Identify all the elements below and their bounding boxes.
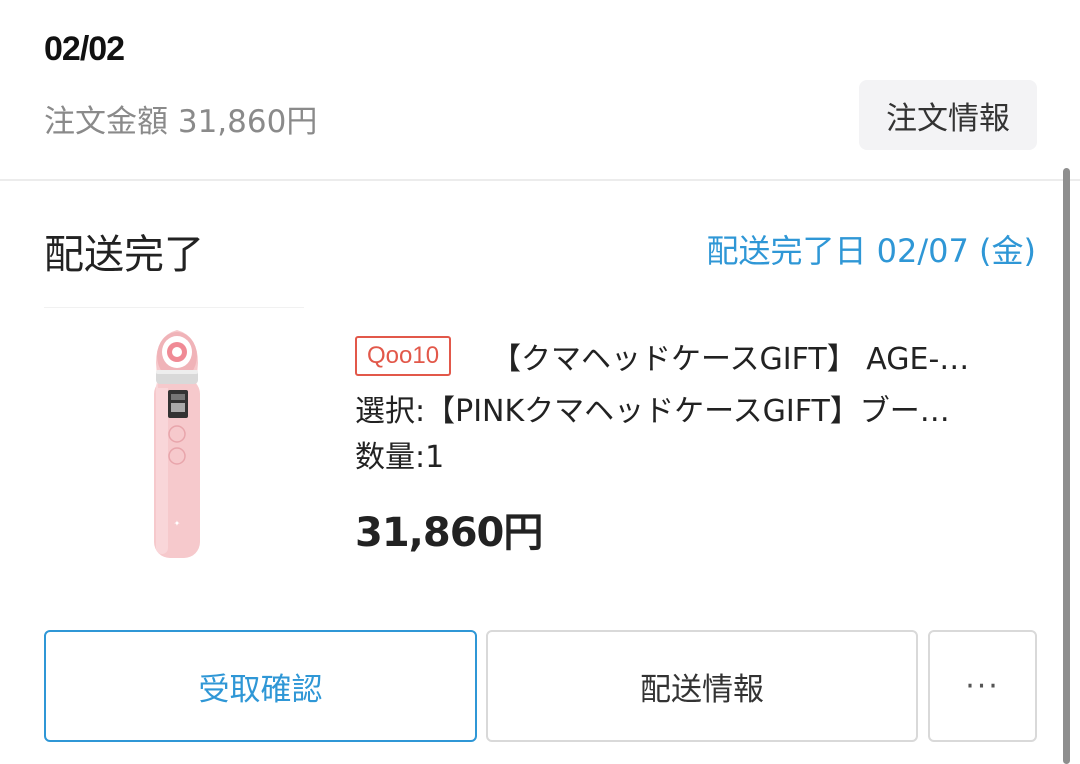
header-divider bbox=[0, 179, 1080, 181]
delivery-completed-date: 配送完了日 02/07 (金) bbox=[706, 232, 1036, 270]
product-quantity: 数量:1 bbox=[355, 440, 445, 475]
delivery-status: 配送完了 bbox=[44, 232, 204, 278]
product-option: 選択:【PINKクマヘッドケースGIFT】ブー… bbox=[355, 394, 950, 429]
product-title-row: Qoo10 【クマヘッドケースGIFT】 AGE-… bbox=[355, 330, 1035, 382]
pink-beauty-device-image: ✦ bbox=[154, 330, 200, 558]
more-options-button[interactable]: ··· bbox=[928, 630, 1037, 742]
product-info[interactable]: Qoo10 【クマヘッドケースGIFT】 AGE-… 選択:【PINKクマヘッド… bbox=[355, 330, 1035, 558]
svg-text:✦: ✦ bbox=[174, 519, 181, 528]
shop-badge: Qoo10 bbox=[355, 336, 452, 376]
more-icon: ··· bbox=[965, 668, 1000, 704]
product-name[interactable]: 【クマヘッドケースGIFT】 AGE-… bbox=[491, 334, 1035, 378]
confirm-receipt-button[interactable]: 受取確認 bbox=[44, 630, 477, 742]
order-detail-page: 02/02 注文金額 31,860円 注文情報 配送完了 配送完了日 02/07… bbox=[0, 0, 1080, 764]
order-date: 02/02 bbox=[44, 30, 125, 68]
product-image[interactable]: ✦ bbox=[44, 307, 304, 578]
product-price: 31,860円 bbox=[355, 510, 543, 556]
order-info-button[interactable]: 注文情報 bbox=[859, 80, 1037, 150]
delivery-info-button[interactable]: 配送情報 bbox=[486, 630, 918, 742]
scrollbar[interactable] bbox=[1063, 168, 1070, 764]
order-amount: 注文金額 31,860円 bbox=[44, 104, 318, 140]
